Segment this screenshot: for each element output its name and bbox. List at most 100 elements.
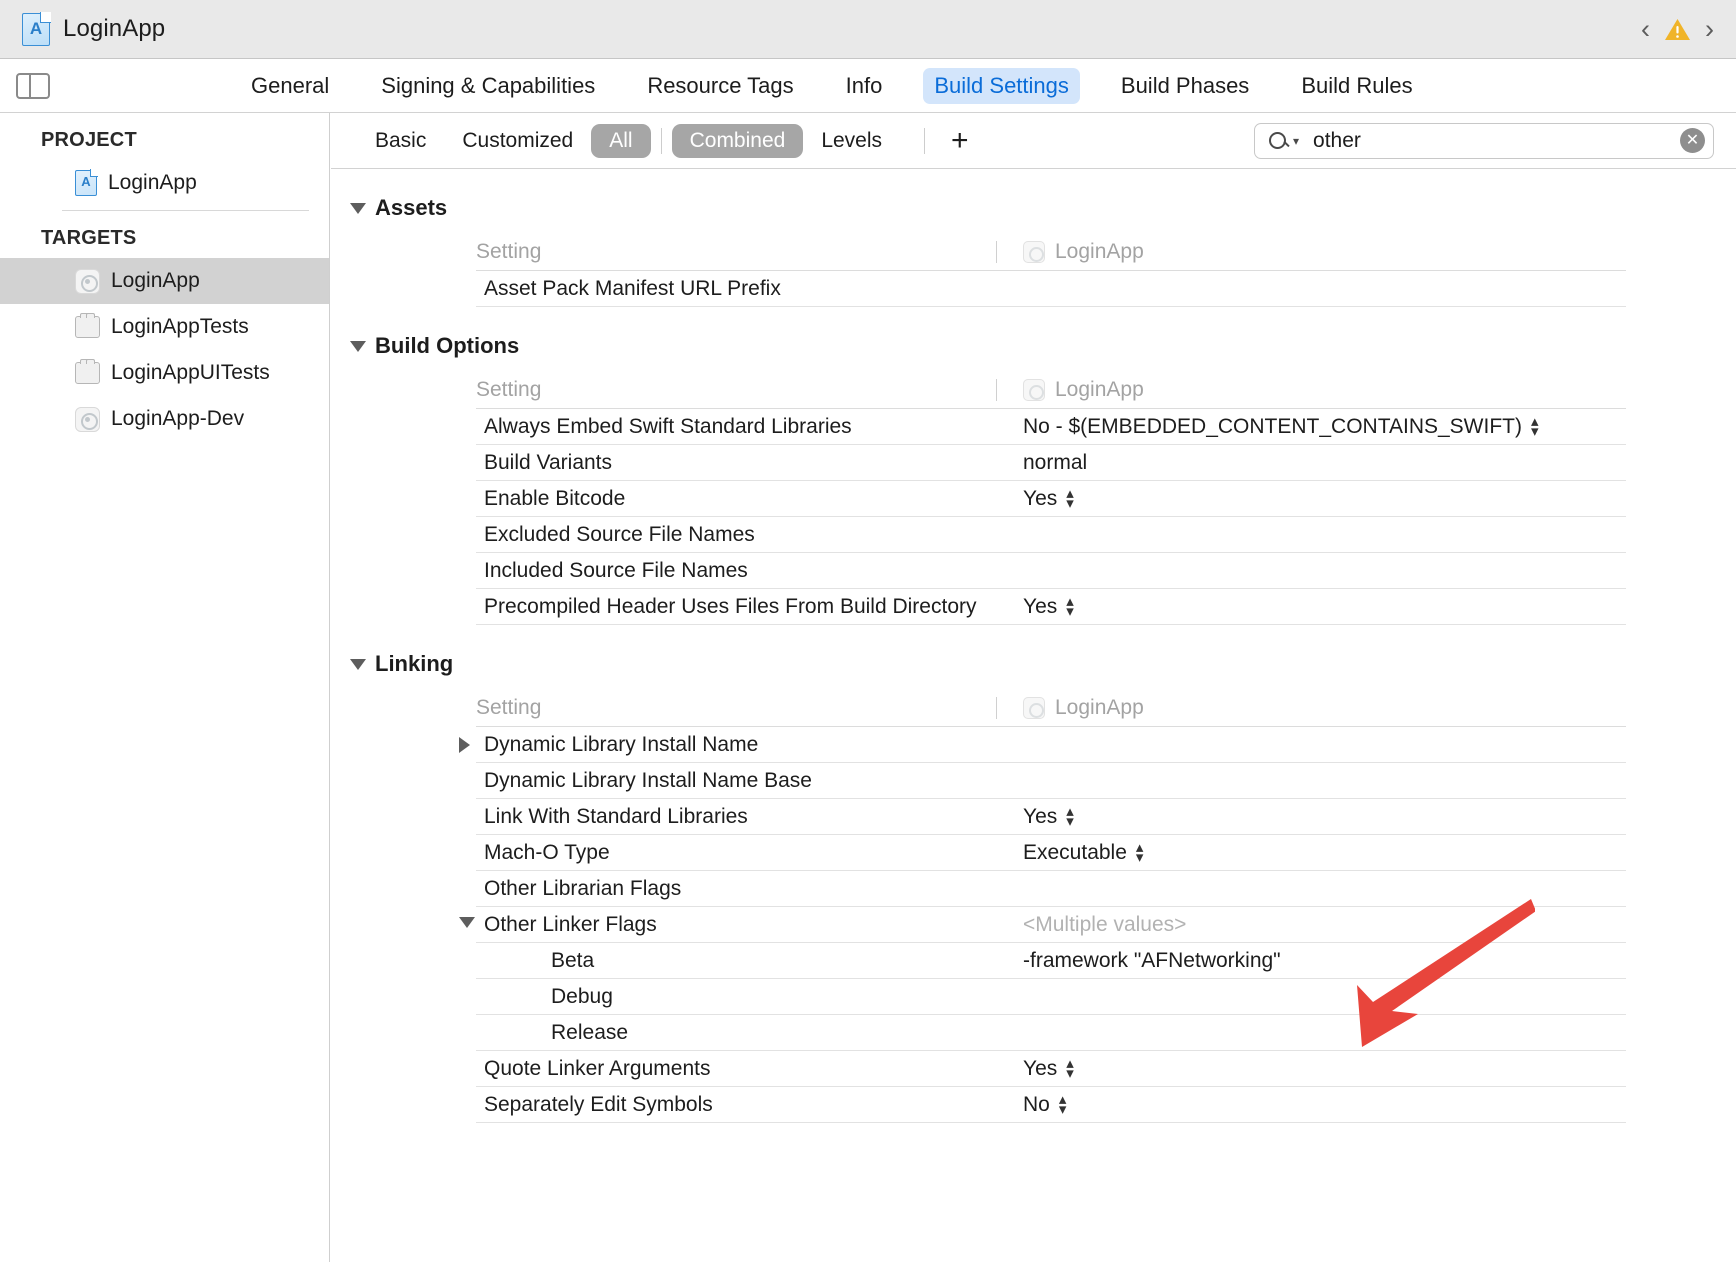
tab-signing-capabilities[interactable]: Signing & Capabilities — [370, 68, 606, 104]
disclosure-triangle-right-icon[interactable] — [459, 736, 470, 753]
setting-name-cell: Precompiled Header Uses Files From Build… — [476, 595, 996, 619]
tab-build-phases[interactable]: Build Phases — [1110, 68, 1260, 104]
setting-name-cell: Beta — [476, 949, 996, 973]
filter-customized[interactable]: Customized — [444, 124, 591, 158]
table-row[interactable]: Mach-O Type Executable ▴ ▾ — [476, 835, 1626, 871]
chevron-left-icon[interactable]: ‹ — [1641, 15, 1650, 43]
disclosure-triangle-down-icon[interactable] — [350, 658, 366, 670]
sidebar-item-target-loginapp-dev[interactable]: LoginApp-Dev — [0, 396, 329, 442]
disclosure-triangle-down-icon[interactable] — [350, 202, 366, 214]
filter-levels[interactable]: Levels — [803, 124, 900, 158]
setting-value-cell[interactable]: Yes ▴ ▾ — [996, 1056, 1074, 1081]
settings-rows: Asset Pack Manifest URL Prefix — [476, 270, 1626, 307]
filter-combined[interactable]: Combined — [671, 123, 804, 158]
table-row[interactable]: Dynamic Library Install Name Base — [476, 763, 1626, 799]
table-row[interactable]: Quote Linker Arguments Yes ▴ ▾ — [476, 1051, 1626, 1087]
stepper-icon[interactable]: ▴ ▾ — [1066, 594, 1074, 619]
sidebar-toggle-icon[interactable] — [16, 72, 50, 99]
disclosure-triangle-down-icon[interactable] — [350, 340, 366, 352]
table-row[interactable]: Link With Standard Libraries Yes ▴ ▾ — [476, 799, 1626, 835]
filter-all[interactable]: All — [591, 123, 651, 158]
setting-value-cell[interactable]: normal — [996, 451, 1087, 475]
chevron-right-icon[interactable]: › — [1705, 15, 1714, 43]
filter-divider — [924, 127, 926, 154]
setting-name-cell: Separately Edit Symbols — [476, 1093, 996, 1117]
column-header-setting: Setting — [476, 696, 542, 719]
column-header-target-label: LoginApp — [1055, 378, 1144, 401]
setting-value-cell[interactable]: Yes ▴ ▾ — [996, 486, 1074, 511]
search-icon-handle — [1283, 140, 1290, 148]
setting-name-cell: Build Variants — [476, 451, 996, 475]
stepper-icon[interactable]: ▴ ▾ — [1066, 1056, 1074, 1081]
table-row-other-linker-flags[interactable]: Other Linker Flags <Multiple values> — [459, 907, 1626, 943]
settings-group-assets: Assets Setting LoginApp Asset Pack Manif… — [331, 169, 1736, 307]
sidebar-item-label: LoginAppTests — [111, 315, 249, 338]
setting-value-cell[interactable]: -framework "AFNetworking" — [996, 949, 1281, 973]
setting-value-cell[interactable]: No ▴ ▾ — [996, 1092, 1067, 1117]
tab-build-settings[interactable]: Build Settings — [923, 67, 1080, 104]
table-row-configuration-release[interactable]: Release — [476, 1015, 1626, 1051]
group-title: Assets — [375, 195, 448, 220]
filter-basic[interactable]: Basic — [357, 124, 444, 158]
setting-name: Build Variants — [484, 450, 613, 474]
setting-name: Mach-O Type — [484, 840, 610, 864]
column-header-target: LoginApp — [996, 696, 1144, 720]
window-title: LoginApp — [63, 15, 166, 42]
group-header[interactable]: Assets — [331, 195, 1736, 221]
tab-info[interactable]: Info — [835, 68, 894, 104]
setting-value: Yes — [1023, 804, 1058, 828]
setting-value-cell[interactable]: Yes ▴ ▾ — [996, 594, 1074, 619]
setting-name-cell: Other Linker Flags — [459, 913, 996, 937]
setting-value-cell[interactable]: <Multiple values> — [996, 913, 1186, 937]
setting-value-cell[interactable]: No - $(EMBEDDED_CONTENT_CONTAINS_SWIFT) … — [996, 414, 1539, 439]
sidebar-item-target-loginapp[interactable]: LoginApp — [0, 258, 329, 304]
table-row[interactable]: Dynamic Library Install Name — [459, 727, 1626, 763]
xcode-project-icon: A — [22, 11, 51, 46]
table-row[interactable]: Precompiled Header Uses Files From Build… — [476, 589, 1626, 625]
table-row-configuration-debug[interactable]: Debug — [476, 979, 1626, 1015]
build-settings-table[interactable]: Assets Setting LoginApp Asset Pack Manif… — [331, 169, 1736, 1262]
setting-value-cell[interactable]: Executable ▴ ▾ — [996, 840, 1144, 865]
group-header[interactable]: Build Options — [331, 333, 1736, 359]
clear-circle-icon[interactable]: ✕ — [1680, 128, 1705, 153]
setting-name-cell: Asset Pack Manifest URL Prefix — [476, 277, 996, 301]
table-row[interactable]: Build Variants normal — [476, 445, 1626, 481]
table-row[interactable]: Included Source File Names — [476, 553, 1626, 589]
setting-value: Yes — [1023, 486, 1058, 510]
table-row[interactable]: Asset Pack Manifest URL Prefix — [476, 271, 1626, 307]
stepper-icon[interactable]: ▴ ▾ — [1531, 414, 1539, 439]
table-row-configuration-beta[interactable]: Beta -framework "AFNetworking" — [476, 943, 1626, 979]
sidebar-item-target-loginapptests[interactable]: LoginAppTests — [0, 304, 329, 350]
column-header-setting: Setting — [476, 240, 542, 263]
tab-resource-tags[interactable]: Resource Tags — [636, 68, 804, 104]
tab-general[interactable]: General — [240, 68, 340, 104]
sidebar-item-project-loginapp[interactable]: A LoginApp — [0, 160, 329, 206]
stepper-icon[interactable]: ▴ ▾ — [1059, 1092, 1067, 1117]
sidebar-item-target-loginappuitests[interactable]: LoginAppUITests — [0, 350, 329, 396]
table-row[interactable]: Other Librarian Flags — [476, 871, 1626, 907]
column-header-target: LoginApp — [996, 378, 1144, 402]
disclosure-triangle-down-icon[interactable] — [459, 916, 475, 928]
table-row[interactable]: Separately Edit Symbols No ▴ ▾ — [476, 1087, 1626, 1123]
search-input[interactable]: other — [1313, 129, 1680, 153]
test-bundle-icon — [75, 313, 100, 338]
group-header[interactable]: Linking — [331, 651, 1736, 677]
stepper-icon[interactable]: ▴ ▾ — [1136, 840, 1144, 865]
table-row[interactable]: Excluded Source File Names — [476, 517, 1626, 553]
tab-build-rules[interactable]: Build Rules — [1290, 68, 1423, 104]
setting-value: No - $(EMBEDDED_CONTENT_CONTAINS_SWIFT) — [1023, 414, 1522, 438]
stepper-icon[interactable]: ▴ ▾ — [1066, 804, 1074, 829]
column-header-setting: Setting — [476, 378, 542, 401]
setting-name: Quote Linker Arguments — [484, 1056, 711, 1080]
setting-value-cell[interactable]: Yes ▴ ▾ — [996, 804, 1074, 829]
column-header-target-label: LoginApp — [1055, 240, 1144, 263]
plus-icon[interactable]: + — [945, 125, 975, 156]
table-row[interactable]: Enable Bitcode Yes ▴ ▾ — [476, 481, 1626, 517]
table-row[interactable]: Always Embed Swift Standard Libraries No… — [476, 409, 1626, 445]
warning-triangle-icon[interactable] — [1664, 17, 1691, 42]
chevron-down-icon[interactable]: ▾ — [1293, 135, 1299, 147]
search-field[interactable]: ▾ other ✕ — [1254, 122, 1714, 159]
sidebar-item-label: LoginApp-Dev — [111, 407, 245, 430]
settings-rows: Dynamic Library Install Name Dynamic Lib… — [459, 726, 1626, 1123]
stepper-icon[interactable]: ▴ ▾ — [1066, 486, 1074, 511]
